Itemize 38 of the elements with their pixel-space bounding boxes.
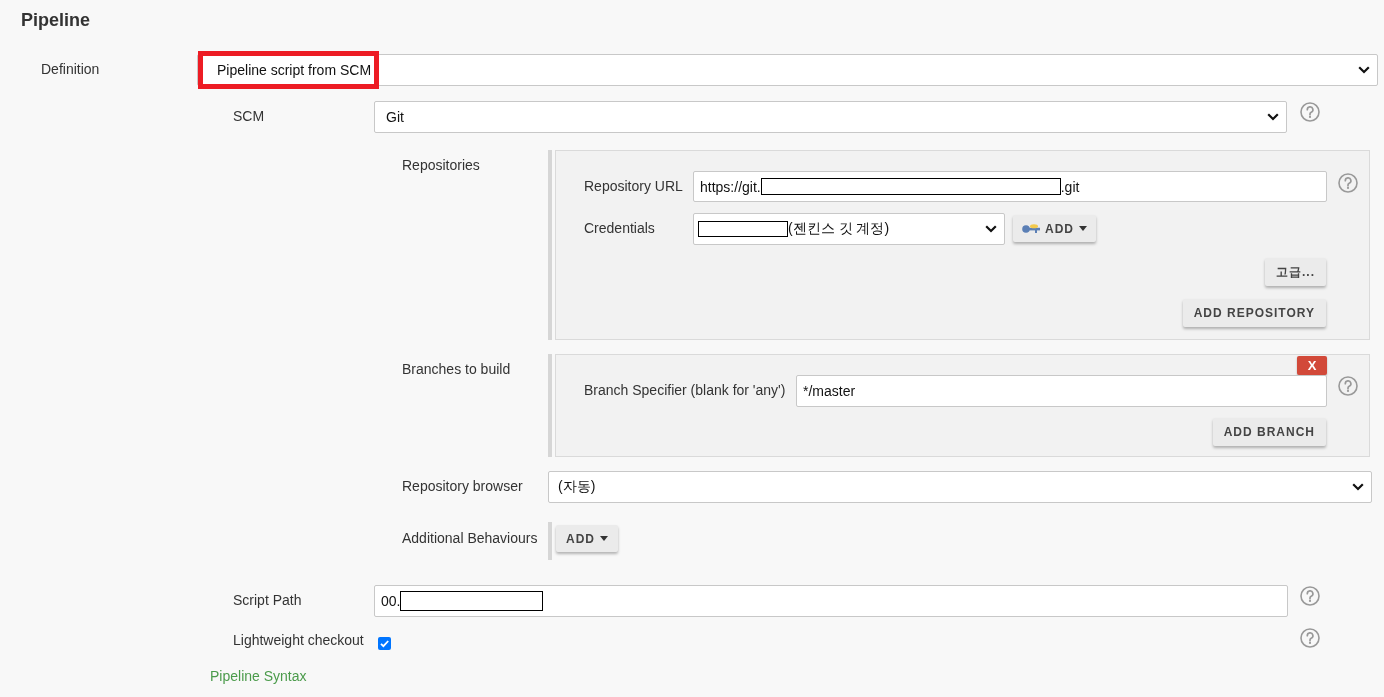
field-label: Repository browser	[402, 478, 523, 494]
repository-browser-dropdown[interactable]: (자동)	[548, 471, 1372, 503]
field-label: SCM	[233, 108, 265, 124]
field-label: Lightweight checkout	[233, 632, 364, 648]
caret-icon	[600, 536, 608, 541]
scm-dropdown[interactable]: Git	[374, 101, 1287, 133]
chevron-icon	[1352, 483, 1364, 491]
definition-dropdown[interactable]: Pipeline script from SCM	[197, 54, 1378, 86]
add-repository-button[interactable]: ADD REPOSITORY	[1182, 299, 1326, 327]
add-branch-button[interactable]: ADD BRANCH	[1212, 418, 1326, 446]
key-icon	[1022, 223, 1040, 234]
script-path-field[interactable]: 00.	[374, 585, 1288, 617]
field-label: Definition	[41, 61, 100, 77]
field-label: Credentials	[584, 220, 655, 236]
caret-icon	[1079, 226, 1087, 231]
help-icon[interactable]	[1300, 628, 1320, 648]
help-icon[interactable]	[1300, 102, 1320, 122]
section-title: Pipeline	[21, 9, 91, 32]
help-icon[interactable]	[1300, 586, 1320, 606]
chevron-icon	[1358, 66, 1370, 74]
branch-specifier-field[interactable]: */master	[796, 375, 1327, 407]
delete-button[interactable]: X	[1297, 356, 1327, 375]
add-credentials-button[interactable]: ADD	[1013, 215, 1096, 242]
field-label: Repository URL	[584, 178, 683, 194]
credentials-dropdown[interactable]: (젠킨스 깃 계정)	[693, 213, 1005, 245]
field-label: Branch Specifier (blank for 'any')	[584, 382, 786, 398]
field-label: Branches to build	[402, 361, 511, 377]
checkbox[interactable]	[378, 637, 391, 650]
advanced-button[interactable]: 고급...	[1265, 258, 1326, 286]
repository-url-field[interactable]: https://git. .git	[693, 171, 1327, 202]
field-label: Additional Behaviours	[402, 530, 538, 546]
field-label: Script Path	[233, 592, 302, 608]
add-behaviour-button[interactable]: ADD	[556, 525, 618, 552]
field-label: Repositories	[402, 157, 480, 173]
help-icon[interactable]	[1338, 376, 1358, 396]
help-icon[interactable]	[1338, 173, 1358, 193]
chevron-icon	[1267, 113, 1279, 121]
chevron-icon	[985, 225, 997, 233]
